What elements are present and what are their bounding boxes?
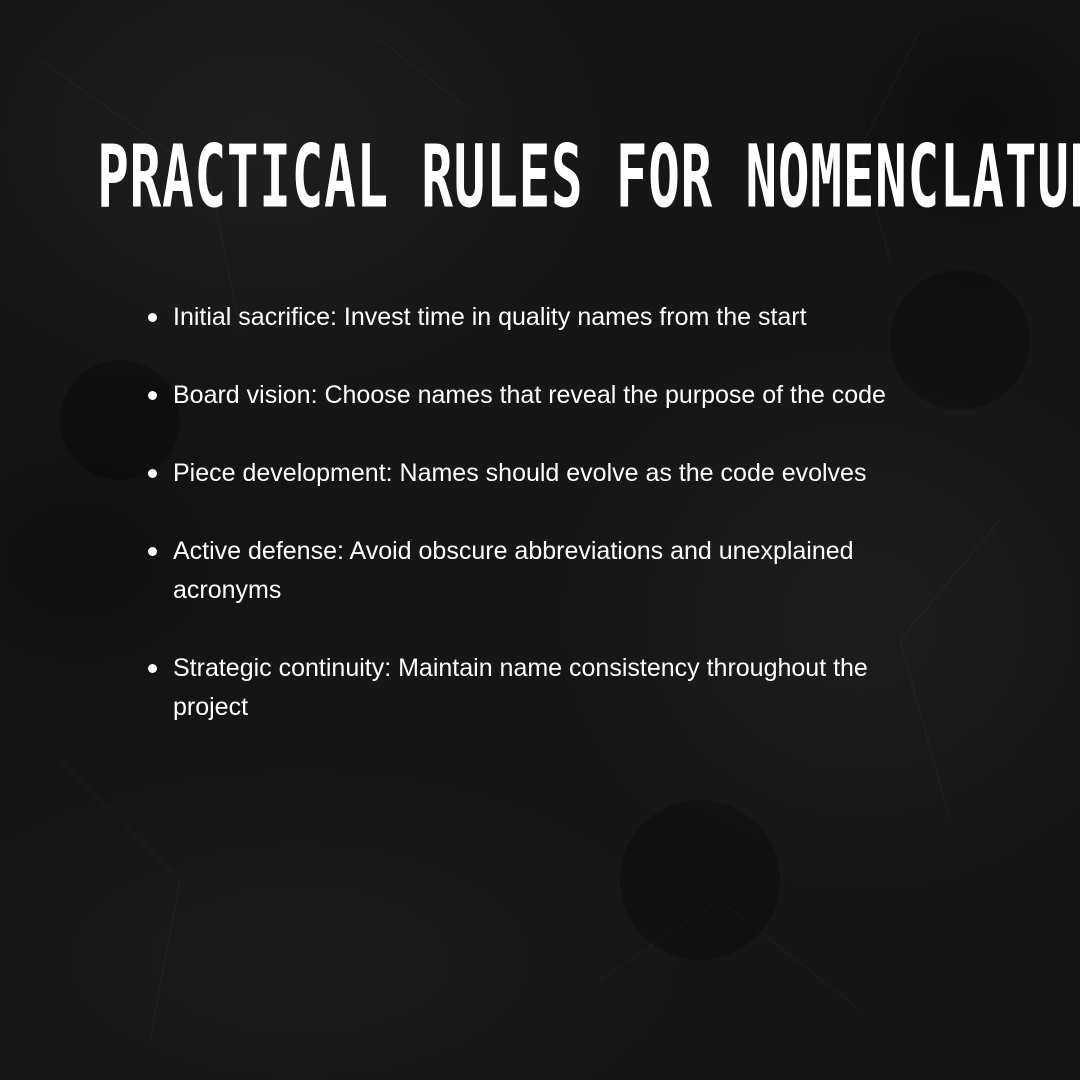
bullet-icon: [148, 664, 157, 673]
bullet-icon: [148, 391, 157, 400]
bullet-icon: [148, 469, 157, 478]
rule-text: Initial sacrifice: Invest time in qualit…: [173, 303, 807, 331]
list-item-active-defense: Active defense: Avoid obscure abbreviati…: [146, 532, 906, 610]
rule-text: Active defense: Avoid obscure abbreviati…: [173, 537, 854, 604]
list-item-initial-sacrifice: Initial sacrifice: Invest time in qualit…: [146, 298, 906, 337]
list-item-piece-development: Piece development: Names should evolve a…: [146, 454, 906, 493]
rules-list: Initial sacrifice: Invest time in qualit…: [146, 298, 906, 766]
rule-text: Piece development: Names should evolve a…: [173, 459, 867, 487]
rule-text: Board vision: Choose names that reveal t…: [173, 381, 886, 409]
list-item-strategic-continuity: Strategic continuity: Maintain name cons…: [146, 649, 906, 727]
page-title: Practical Rules for Nomenclature: [97, 128, 1080, 228]
bullet-icon: [148, 547, 157, 556]
slide: Practical Rules for Nomenclature Initial…: [0, 0, 1080, 1080]
rule-text: Strategic continuity: Maintain name cons…: [173, 654, 868, 721]
bullet-icon: [148, 313, 157, 322]
list-item-board-vision: Board vision: Choose names that reveal t…: [146, 376, 906, 415]
